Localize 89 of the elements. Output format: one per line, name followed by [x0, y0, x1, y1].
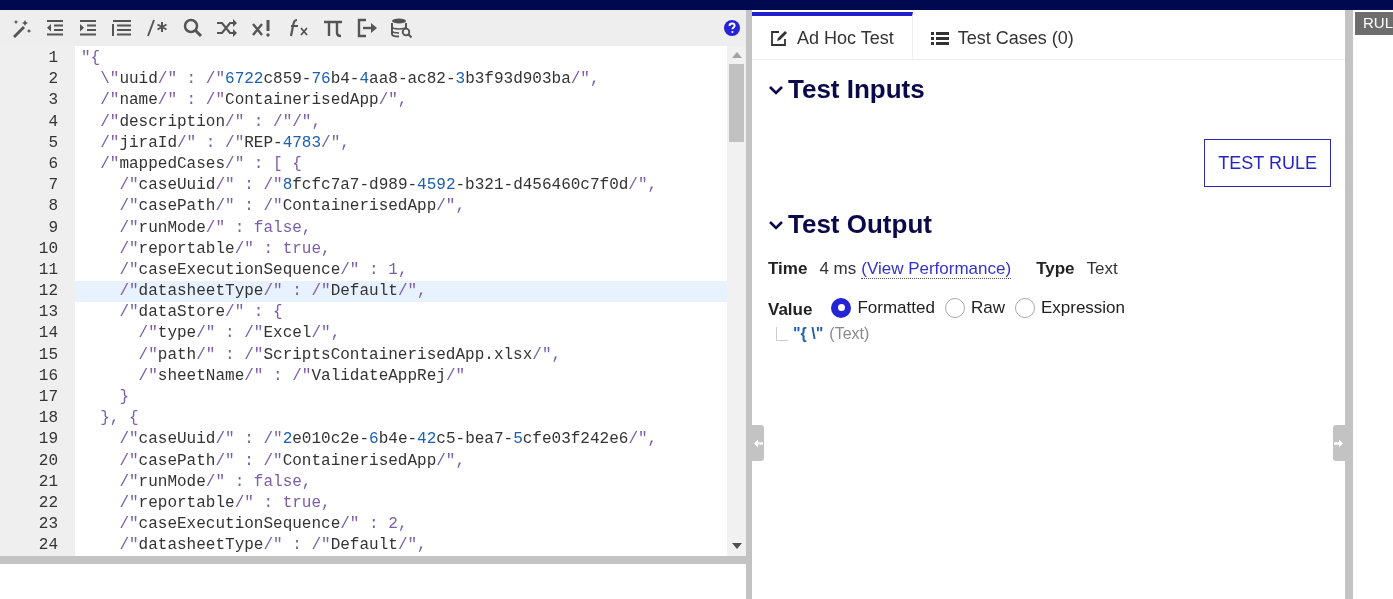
- line-number: 18: [37, 408, 59, 430]
- code-line: /"runMode/" : false,: [118, 217, 313, 239]
- outdent-icon[interactable]: [45, 19, 65, 37]
- edit-icon: [770, 30, 788, 47]
- time-value: 4 ms: [819, 258, 857, 280]
- tree-type: (Text): [829, 324, 870, 344]
- scroll-down-icon[interactable]: [731, 543, 742, 549]
- radio-label[interactable]: Raw: [970, 295, 1005, 321]
- search-icon[interactable]: [183, 18, 203, 38]
- section-title: Test Inputs: [788, 73, 925, 106]
- indent-icon[interactable]: [78, 19, 98, 37]
- code-line: /"casePath/" : /"ContainerisedApp/",: [118, 196, 467, 218]
- line-number: 12: [37, 281, 59, 303]
- line-number: 17: [37, 387, 59, 408]
- code-line: /"sheetName/" : /"ValidateAppRej/": [137, 365, 467, 387]
- field-label: Time: [768, 258, 808, 280]
- field-label: Type: [1036, 258, 1075, 280]
- line-number: 9: [47, 217, 59, 239]
- code-line: /"dataStore/" : {: [118, 302, 284, 324]
- export-icon[interactable]: [356, 18, 378, 38]
- code-line: /"description/" : /"/",: [99, 111, 323, 133]
- code-line: /"caseUuid/" : /"8fcfc7a7-d989-4592-b321-d456460c7f0d/",: [118, 175, 659, 197]
- code-line: /"mappedCases/" : [ {: [99, 153, 303, 175]
- align-lines-icon[interactable]: [111, 19, 133, 37]
- line-number: 16: [37, 365, 59, 387]
- line-number: 20: [37, 450, 59, 472]
- radio-button[interactable]: [1014, 297, 1035, 318]
- line-number: 7: [47, 175, 59, 197]
- line-number: 24: [37, 535, 59, 557]
- radio-label[interactable]: Formatted: [857, 295, 935, 321]
- line-number: 19: [37, 429, 59, 451]
- tab[interactable]: Test Cases (0): [912, 12, 1092, 59]
- database-search-icon[interactable]: [391, 17, 413, 39]
- arrow-right-icon: [1334, 438, 1344, 448]
- code-line: /"caseExecutionSequence/" : 1,: [118, 259, 409, 281]
- line-number: 21: [37, 471, 59, 493]
- help-icon[interactable]: [724, 20, 740, 36]
- tab[interactable]: Ad Hoc Test: [752, 12, 913, 59]
- comment-icon[interactable]: [146, 19, 170, 37]
- line-number: 6: [47, 153, 59, 175]
- line-number: 4: [47, 111, 59, 133]
- chevron-icon[interactable]: [768, 219, 784, 230]
- line-number: 10: [37, 238, 59, 260]
- line-number: 5: [47, 132, 59, 154]
- code-line: /"datasheetType/" : /"Default/",: [118, 535, 428, 556]
- side-tab[interactable]: RUL: [1355, 12, 1393, 35]
- collapse-right-handle[interactable]: [1333, 425, 1345, 461]
- radio-label[interactable]: Expression: [1040, 295, 1126, 321]
- code-line: /"jiraId/" : /"REP-4783/",: [99, 132, 351, 154]
- code-line: /"reportable/" : true,: [118, 238, 332, 260]
- line-number: 2: [47, 69, 59, 91]
- line-number: 11: [37, 259, 59, 281]
- type-value: Text: [1086, 258, 1118, 280]
- line-number: 13: [37, 302, 59, 324]
- code-line: }, {: [99, 408, 140, 430]
- code-line: /"caseUuid/" : /"2e010c2e-6b4e-42c5-bea7-5cfe03f242e6/",: [118, 429, 659, 451]
- field-label: Value: [768, 298, 813, 321]
- line-number: 8: [47, 196, 59, 218]
- list-icon: [930, 31, 949, 46]
- tree-value: "{ \": [793, 324, 824, 344]
- code-line: /"name/" : /"ContainerisedApp/",: [99, 90, 409, 112]
- line-number: 3: [47, 90, 59, 112]
- section-title: Test Output: [788, 208, 932, 241]
- code-line: }: [118, 387, 130, 408]
- code-line: "{: [80, 48, 102, 69]
- function-icon[interactable]: [288, 18, 310, 38]
- scrollbar-thumb[interactable]: [729, 64, 744, 142]
- code-line: /"path/" : /"ScriptsContainerisedApp.xlsx/",: [137, 344, 563, 366]
- code-line: /"casePath/" : /"ContainerisedApp/",: [118, 450, 467, 472]
- view-performance-link[interactable]: (View Performance): [861, 260, 1012, 279]
- line-number: 14: [37, 323, 59, 345]
- chevron-icon[interactable]: [768, 84, 784, 95]
- collapse-left-handle[interactable]: [752, 425, 764, 461]
- code-line: /"caseExecutionSequence/" : 2,: [118, 514, 409, 536]
- shuffle-icon[interactable]: [216, 19, 238, 37]
- radio-button[interactable]: [831, 297, 852, 318]
- tree-connector: [776, 327, 788, 341]
- line-number: 23: [37, 514, 59, 536]
- code-line: /"runMode/" : false,: [118, 471, 313, 493]
- code-line: /"reportable/" : true,: [118, 492, 332, 514]
- line-number: 22: [37, 492, 59, 514]
- code-line: /"type/" : /"Excel/",: [137, 323, 342, 345]
- line-number: 15: [37, 344, 59, 366]
- radio-button[interactable]: [944, 297, 965, 318]
- line-number: 1: [47, 48, 59, 69]
- test-rule-button[interactable]: TEST RULE: [1204, 139, 1331, 187]
- pi-icon[interactable]: [323, 18, 343, 38]
- arrow-left-icon: [753, 438, 763, 448]
- code-line: \"uuid/" : /"6722c859-76b4-4aa8-ac82-3b3f93d903ba/",: [99, 69, 601, 91]
